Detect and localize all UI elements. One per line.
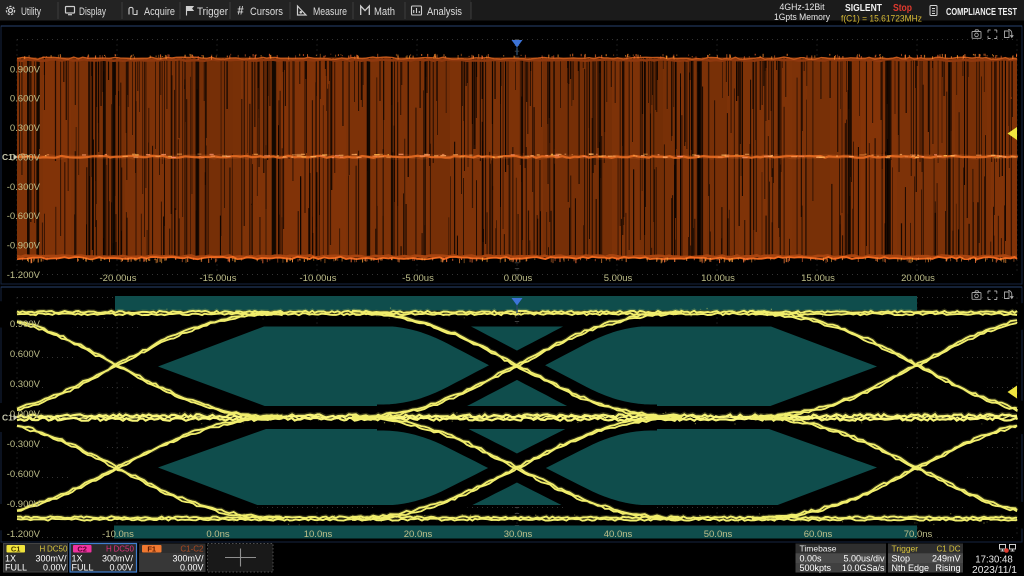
svg-text:-10.0ns: -10.0ns	[102, 529, 134, 540]
svg-text:20.00us: 20.00us	[901, 273, 935, 284]
svg-text:50.0ns: 50.0ns	[704, 529, 733, 540]
svg-text:-0.900V: -0.900V	[7, 241, 41, 252]
svg-text:0.300V: 0.300V	[10, 123, 41, 134]
svg-text:Stop: Stop	[893, 3, 912, 14]
svg-text:DC50: DC50	[114, 545, 135, 554]
svg-text:C1: C1	[2, 413, 13, 423]
svg-text:F1: F1	[147, 544, 156, 553]
svg-text:COMPLIANCE TEST: COMPLIANCE TEST	[946, 6, 1017, 18]
svg-text:C2: C2	[77, 544, 87, 553]
svg-text:-1.200V: -1.200V	[7, 529, 41, 540]
svg-text:Math: Math	[374, 6, 395, 18]
svg-text:0.900V: 0.900V	[10, 319, 41, 330]
svg-text:#: #	[237, 6, 244, 18]
svg-text:30.0ns: 30.0ns	[504, 529, 533, 540]
svg-text:-0.600V: -0.600V	[7, 469, 41, 480]
svg-text:Utility: Utility	[21, 6, 41, 18]
svg-text:500kpts: 500kpts	[800, 563, 832, 573]
svg-text:0.0ns: 0.0ns	[206, 529, 229, 540]
svg-text:Timebase: Timebase	[800, 544, 837, 554]
svg-text:0.00us: 0.00us	[504, 273, 533, 284]
svg-text:70.0ns: 70.0ns	[904, 529, 933, 540]
svg-text:Display: Display	[79, 6, 106, 18]
svg-text:0.00V: 0.00V	[109, 563, 133, 573]
svg-text:0.300V: 0.300V	[10, 379, 41, 390]
svg-text:FULL: FULL	[72, 563, 94, 573]
svg-text:C1-C2: C1-C2	[180, 545, 204, 554]
svg-text:-5.00us: -5.00us	[402, 273, 434, 284]
svg-text:20.0ns: 20.0ns	[404, 529, 433, 540]
svg-text:15.00us: 15.00us	[801, 273, 835, 284]
svg-text:-0.300V: -0.300V	[7, 182, 41, 193]
svg-text:-20.00us: -20.00us	[100, 273, 137, 284]
svg-text:Measure: Measure	[313, 6, 347, 18]
svg-text:2023/11/1: 2023/11/1	[972, 565, 1017, 576]
svg-text:DC50: DC50	[47, 545, 68, 554]
svg-text:10.0GSa/s: 10.0GSa/s	[842, 563, 885, 573]
svg-text:-0.300V: -0.300V	[7, 439, 41, 450]
svg-text:H: H	[40, 545, 46, 554]
svg-text:Acquire: Acquire	[144, 6, 175, 18]
svg-text:1Gpts Memory: 1Gpts Memory	[774, 12, 830, 22]
svg-text:0.00V: 0.00V	[180, 563, 204, 573]
svg-text:FULL: FULL	[5, 563, 27, 573]
svg-text:Cursors: Cursors	[250, 6, 283, 18]
svg-text:Analysis: Analysis	[427, 6, 462, 18]
svg-text:H: H	[106, 545, 112, 554]
svg-text:Trigger: Trigger	[892, 544, 919, 554]
svg-text:0.600V: 0.600V	[10, 94, 41, 105]
svg-text:0.900V: 0.900V	[10, 64, 41, 75]
svg-text:C1: C1	[11, 544, 21, 553]
svg-text:17:30:48: 17:30:48	[975, 554, 1013, 565]
svg-text:C1: C1	[2, 152, 13, 162]
svg-text:10.00us: 10.00us	[701, 273, 735, 284]
svg-text:0.600V: 0.600V	[10, 349, 41, 360]
svg-text:4GHz-12Bit: 4GHz-12Bit	[780, 2, 825, 12]
svg-text:C1 DC: C1 DC	[936, 545, 960, 554]
svg-text:-0.900V: -0.900V	[7, 499, 41, 510]
svg-text:-1.200V: -1.200V	[7, 270, 41, 281]
svg-text:0.00V: 0.00V	[43, 563, 67, 573]
svg-text:60.0ns: 60.0ns	[804, 529, 833, 540]
svg-text:f(C1) = 15.61723MHz: f(C1) = 15.61723MHz	[841, 14, 922, 25]
svg-text:40.0ns: 40.0ns	[604, 529, 633, 540]
svg-text:-10.00us: -10.00us	[300, 273, 337, 284]
svg-text:Rising: Rising	[935, 563, 960, 573]
svg-text:SIGLENT: SIGLENT	[845, 3, 882, 14]
svg-text:-0.600V: -0.600V	[7, 211, 41, 222]
svg-text:5.00us: 5.00us	[604, 273, 633, 284]
svg-text:10.0ns: 10.0ns	[304, 529, 333, 540]
svg-text:-15.00us: -15.00us	[200, 273, 237, 284]
svg-text:Nth Edge: Nth Edge	[892, 563, 930, 573]
svg-text:Trigger: Trigger	[197, 6, 228, 18]
